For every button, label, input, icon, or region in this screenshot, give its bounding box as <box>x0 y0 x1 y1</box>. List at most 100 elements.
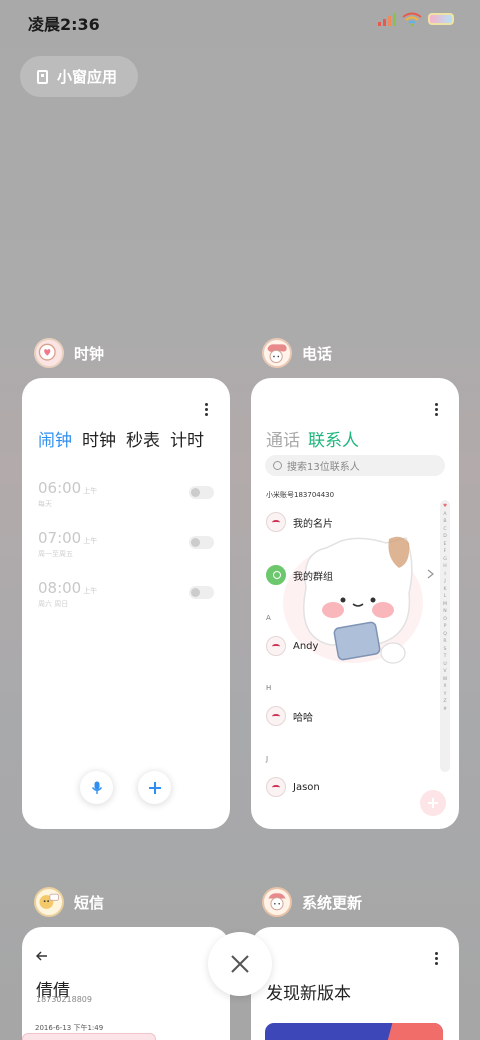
alarm-ampm: 上午 <box>83 537 98 545</box>
chevron-right-icon <box>427 569 434 579</box>
status-icons <box>378 12 454 26</box>
clock-app-card[interactable]: 闹钟 时钟 秒表 计时 06:00 上午 每天 07:00 上午 周一至周五 08:… <box>22 378 230 829</box>
avatar <box>266 706 286 726</box>
update-app-header[interactable]: 系统更新 <box>262 887 362 917</box>
contact-row[interactable]: Andy <box>266 636 318 656</box>
index-letter[interactable]: # <box>443 706 447 714</box>
index-letter[interactable]: T <box>444 653 447 661</box>
avatar <box>266 777 286 797</box>
phone-tabs: 通话 联系人 <box>266 426 359 451</box>
tab-contacts[interactable]: 联系人 <box>308 426 359 451</box>
alarm-time: 06:00 <box>38 479 82 497</box>
sms-app-name: 短信 <box>74 893 105 912</box>
index-letter[interactable]: H <box>443 563 446 571</box>
index-letter[interactable]: Y <box>444 691 447 699</box>
index-letter[interactable]: I <box>444 571 445 579</box>
mini-window-apps-button[interactable]: 小窗应用 <box>20 56 138 97</box>
index-letter[interactable]: C <box>443 526 446 534</box>
tab-clock[interactable]: 时钟 <box>82 426 116 451</box>
contact-name: Jason <box>293 781 320 793</box>
sms-contact-number: 18730218809 <box>36 995 92 1004</box>
mini-window-label: 小窗应用 <box>57 68 118 86</box>
update-app-name: 系统更新 <box>302 893 363 912</box>
my-card-row[interactable]: 我的名片 <box>266 512 333 532</box>
contact-name: 我的名片 <box>293 518 333 530</box>
index-letter[interactable]: ♥ <box>443 503 447 511</box>
update-app-icon <box>262 887 292 917</box>
clock-app-header[interactable]: 时钟 <box>34 338 104 368</box>
clock-app-icon <box>34 338 64 368</box>
index-letter[interactable]: O <box>443 616 447 624</box>
alarm-toggle[interactable] <box>189 536 214 549</box>
index-letter[interactable]: J <box>444 578 445 586</box>
index-letter[interactable]: G <box>443 556 447 564</box>
tab-timer[interactable]: 计时 <box>170 426 204 451</box>
sms-timestamp: 2016-6-13 下午1:49 <box>35 1024 104 1032</box>
tab-stopwatch[interactable]: 秒表 <box>126 426 160 451</box>
alarm-time: 07:00 <box>38 529 82 547</box>
section-letter: A <box>266 614 271 622</box>
phone-app-card[interactable]: 通话 联系人 搜索13位联系人 小米账号183704430 我的名片 我的群组 … <box>251 378 459 829</box>
search-icon <box>273 461 282 470</box>
add-alarm-button[interactable] <box>138 771 171 804</box>
index-letter[interactable]: K <box>443 586 446 594</box>
more-options-icon[interactable] <box>435 403 439 416</box>
index-letter[interactable]: W <box>443 676 448 684</box>
alarm-toggle[interactable] <box>189 486 214 499</box>
mini-window-icon <box>37 69 48 84</box>
plus-icon <box>148 781 161 794</box>
alphabet-index-bar[interactable]: ♥ A B C D E F G H I J K L M N O P Q R S T U V W X Y Z # <box>440 500 450 772</box>
plus-icon <box>428 798 438 808</box>
phone-app-header[interactable]: 电话 <box>262 338 332 368</box>
close-icon <box>231 955 249 973</box>
update-app-card[interactable]: 发现新版本 <box>251 927 459 1040</box>
alarm-time: 08:00 <box>38 579 82 597</box>
index-letter[interactable]: F <box>444 548 447 556</box>
index-letter[interactable]: R <box>443 638 446 646</box>
index-letter[interactable]: U <box>443 661 446 669</box>
account-label: 小米账号183704430 <box>266 491 335 499</box>
my-groups-row[interactable]: 我的群组 <box>266 565 333 585</box>
close-all-button[interactable] <box>208 932 272 996</box>
avatar <box>266 512 286 532</box>
index-letter[interactable]: A <box>443 511 446 519</box>
contact-row[interactable]: 哈哈 <box>266 706 313 726</box>
alarm-repeat: 每天 <box>38 500 52 508</box>
phone-app-icon <box>262 338 292 368</box>
index-letter[interactable]: Z <box>443 698 446 706</box>
index-letter[interactable]: V <box>443 668 446 676</box>
phone-app-name: 电话 <box>302 344 333 363</box>
more-options-icon[interactable] <box>205 403 209 416</box>
add-contact-button[interactable] <box>420 790 446 816</box>
index-letter[interactable]: Q <box>443 631 447 639</box>
index-letter[interactable]: N <box>443 608 446 616</box>
battery-icon <box>428 13 454 25</box>
back-arrow-icon[interactable] <box>36 951 48 961</box>
update-banner <box>265 1023 443 1040</box>
message-bubble[interactable] <box>22 1033 156 1040</box>
clock-tabs: 闹钟 时钟 秒表 计时 <box>38 426 204 451</box>
index-letter[interactable]: X <box>443 683 446 691</box>
sms-app-header[interactable]: 短信 <box>34 887 104 917</box>
index-letter[interactable]: M <box>443 601 447 609</box>
index-letter[interactable]: P <box>444 623 447 631</box>
contact-search-input[interactable]: 搜索13位联系人 <box>265 455 445 476</box>
index-letter[interactable]: B <box>443 518 446 526</box>
mascot-illustration <box>283 536 423 664</box>
status-time: 凌晨2:36 <box>28 15 100 34</box>
tab-calls[interactable]: 通话 <box>266 426 300 451</box>
group-avatar-icon <box>266 565 286 585</box>
alarm-toggle[interactable] <box>189 586 214 599</box>
contact-name: 我的群组 <box>293 571 333 583</box>
index-letter[interactable]: E <box>444 541 447 549</box>
sms-app-card[interactable]: 倩倩 18730218809 2016-6-13 下午1:49 <box>22 927 230 1040</box>
search-placeholder: 搜索13位联系人 <box>287 462 360 473</box>
more-options-icon[interactable] <box>435 952 439 965</box>
contact-row[interactable]: Jason <box>266 777 320 797</box>
index-letter[interactable]: D <box>443 533 447 541</box>
index-letter[interactable]: S <box>444 646 447 654</box>
voice-alarm-button[interactable] <box>80 771 113 804</box>
index-letter[interactable]: L <box>444 593 447 601</box>
tab-alarm[interactable]: 闹钟 <box>38 426 72 451</box>
status-bar: 凌晨2:36 <box>0 0 480 40</box>
